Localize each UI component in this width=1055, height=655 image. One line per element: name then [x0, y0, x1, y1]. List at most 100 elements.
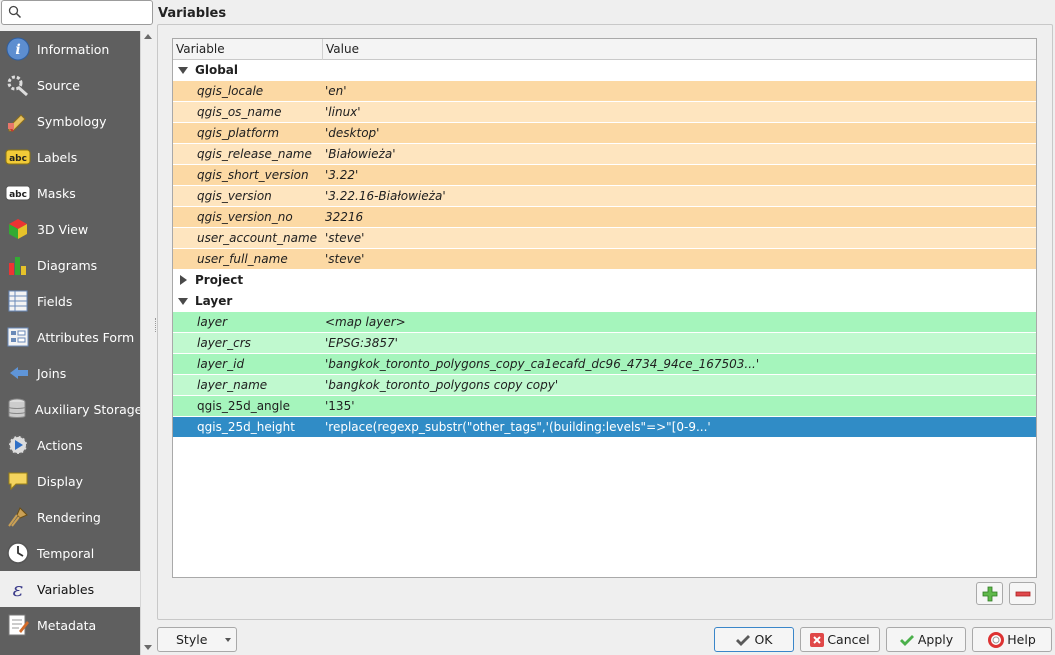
variable-row[interactable]: user_account_name 'steve' — [173, 228, 1036, 249]
scroll-down-arrow-icon[interactable] — [144, 645, 152, 650]
apply-check-icon — [899, 633, 915, 647]
variable-value-cell: 'bangkok_toronto_polygons copy copy' — [325, 378, 559, 392]
group-label: Layer — [195, 294, 233, 308]
sidebar-item-fields[interactable]: Fields — [0, 283, 140, 319]
variable-name-cell: qgis_version — [197, 189, 272, 203]
sidebar-item-label: Actions — [37, 437, 83, 453]
variable-row[interactable]: qgis_version_no 32216 — [173, 207, 1036, 228]
variable-name-cell: qgis_locale — [197, 84, 264, 98]
help-button[interactable]: Help — [972, 627, 1052, 652]
sidebar-item-label: Fields — [37, 293, 73, 309]
sidebar-list: i Information Source Symbology abc Labels abc M… — [0, 31, 140, 655]
expand-arrow-down-icon[interactable] — [178, 67, 188, 74]
column-header-value[interactable]: Value — [322, 39, 1036, 60]
group-row-global[interactable]: Global — [173, 60, 1036, 81]
search-icon — [8, 5, 22, 19]
ok-button[interactable]: OK — [714, 627, 794, 652]
variable-value-cell: 'steve' — [325, 231, 365, 245]
diagrams-icon — [5, 252, 31, 278]
source-icon — [5, 72, 31, 98]
sidebar-item-label: 3D View — [37, 221, 89, 237]
information-icon: i — [5, 36, 31, 62]
svg-text:abc: abc — [9, 190, 27, 200]
sidebar-item-source[interactable]: Source — [0, 67, 140, 103]
variable-name-cell: qgis_os_name — [197, 105, 282, 119]
sidebar-item-label: Source — [37, 77, 80, 93]
variable-value-cell: 'linux' — [325, 105, 361, 119]
collapse-arrow-right-icon[interactable] — [180, 275, 187, 285]
sidebar-item-variables[interactable]: ε Variables — [0, 571, 140, 607]
sidebar-item-temporal[interactable]: Temporal — [0, 535, 140, 571]
variable-name-cell: layer_id — [197, 357, 245, 371]
sidebar-item-auxiliary-storage[interactable]: Auxiliary Storage — [0, 391, 140, 427]
sidebar-item-symbology[interactable]: Symbology — [0, 103, 140, 139]
cancel-button[interactable]: Cancel — [800, 627, 880, 652]
variable-name-cell: qgis_25d_height — [197, 420, 295, 434]
labels-icon: abc — [5, 144, 31, 170]
scroll-up-arrow-icon[interactable] — [144, 34, 152, 39]
help-lifebuoy-icon — [988, 631, 1005, 648]
variable-value-cell[interactable]: 'replace(regexp_substr("other_tags",'(bu… — [325, 417, 1025, 437]
tree-header: Variable Value — [173, 39, 1036, 60]
variables-tree: Variable Value Global qgis_locale'en' qgis… — [172, 38, 1037, 578]
sidebar: i Information Source Symbology abc Labels abc M… — [0, 0, 155, 655]
apply-button[interactable]: Apply — [886, 627, 966, 652]
variable-row[interactable]: layer <map layer> — [173, 312, 1036, 333]
variable-row[interactable]: layer_name 'bangkok_toronto_polygons copy… — [173, 375, 1036, 396]
actions-icon — [5, 432, 31, 458]
3d-view-icon — [5, 216, 31, 242]
sidebar-scrollbar[interactable] — [140, 31, 154, 655]
variable-row[interactable]: user_full_name 'steve' — [173, 249, 1036, 270]
variable-row[interactable]: qgis_version '3.22.16-Białowieża' — [173, 186, 1036, 207]
metadata-icon — [5, 612, 31, 638]
variable-value-cell: '3.22' — [325, 168, 359, 182]
page-title: Variables — [158, 6, 227, 21]
sidebar-item-label: Diagrams — [37, 257, 98, 273]
expand-arrow-down-icon[interactable] — [178, 298, 188, 305]
column-header-variable[interactable]: Variable — [173, 39, 322, 60]
temporal-icon — [5, 540, 31, 566]
sidebar-item-labels[interactable]: abc Labels — [0, 139, 140, 175]
variable-row[interactable]: qgis_os_name 'linux' — [173, 102, 1036, 123]
sidebar-item-diagrams[interactable]: Diagrams — [0, 247, 140, 283]
chevron-down-icon — [225, 638, 231, 642]
search-input[interactable] — [1, 0, 153, 25]
variable-row[interactable]: layer_crs 'EPSG:3857' — [173, 333, 1036, 354]
sidebar-item-label: Temporal — [37, 545, 95, 561]
group-row-layer[interactable]: Layer — [173, 291, 1036, 312]
ok-label: OK — [754, 632, 773, 647]
apply-label: Apply — [917, 632, 954, 647]
sidebar-item-rendering[interactable]: Rendering — [0, 499, 140, 535]
sidebar-item-metadata[interactable]: Metadata — [0, 607, 140, 643]
variable-name-cell: qgis_short_version — [197, 168, 309, 182]
add-variable-button[interactable] — [976, 582, 1003, 605]
variable-row[interactable]: layer_id 'bangkok_toronto_polygons_copy_c… — [173, 354, 1036, 375]
svg-text:ε: ε — [13, 577, 24, 601]
variable-row[interactable]: qgis_25d_height 'replace(regexp_substr("o… — [173, 417, 1036, 438]
sidebar-item-3d-view[interactable]: 3D View — [0, 211, 140, 247]
style-dropdown[interactable]: Style — [157, 627, 237, 652]
sidebar-item-display[interactable]: Display — [0, 463, 140, 499]
attributes-form-icon — [5, 324, 31, 350]
group-row-project[interactable]: Project — [173, 270, 1036, 291]
variable-row[interactable]: qgis_platform 'desktop' — [173, 123, 1036, 144]
sidebar-item-label: Masks — [37, 185, 76, 201]
remove-variable-button[interactable] — [1009, 582, 1036, 605]
sidebar-item-actions[interactable]: Actions — [0, 427, 140, 463]
variable-row[interactable]: qgis_25d_angle '135' — [173, 396, 1036, 417]
sidebar-item-joins[interactable]: Joins — [0, 355, 140, 391]
sidebar-item-label: Attributes Form — [37, 329, 135, 345]
variable-row[interactable]: qgis_locale 'en' — [173, 81, 1036, 102]
variable-value-cell: 'en' — [325, 84, 347, 98]
variable-name-cell: layer_crs — [197, 336, 251, 350]
sidebar-item-label: Symbology — [37, 113, 107, 129]
variable-row[interactable]: qgis_short_version '3.22' — [173, 165, 1036, 186]
sidebar-item-information[interactable]: i Information — [0, 31, 140, 67]
variable-row[interactable]: qgis_release_name 'Białowieża' — [173, 144, 1036, 165]
cancel-x-icon — [810, 632, 825, 647]
variable-name-cell: qgis_25d_angle — [197, 399, 290, 413]
variable-value-cell[interactable]: '135' — [325, 396, 1025, 416]
variable-name-cell: user_account_name — [197, 231, 318, 245]
sidebar-item-attributes-form[interactable]: Attributes Form — [0, 319, 140, 355]
sidebar-item-masks[interactable]: abc Masks — [0, 175, 140, 211]
